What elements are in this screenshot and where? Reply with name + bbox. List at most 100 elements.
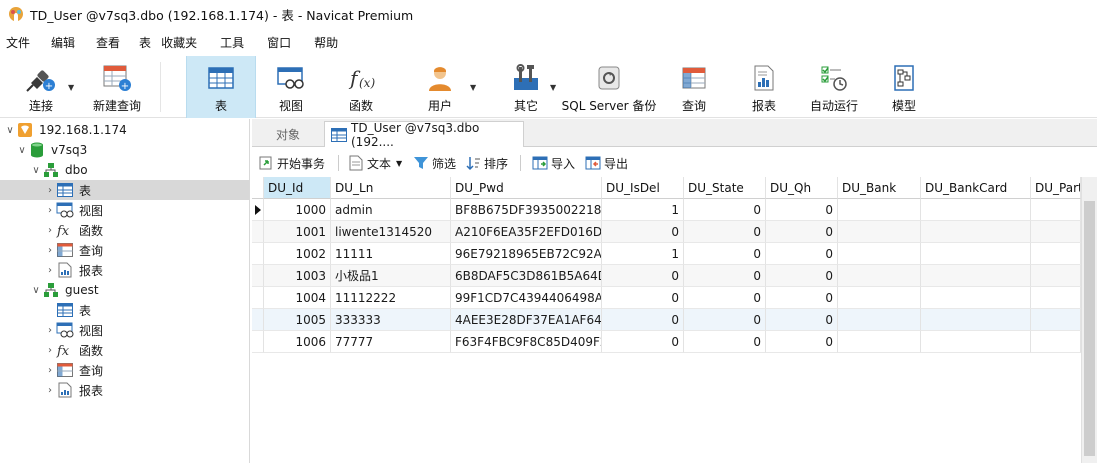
cell-du-qh[interactable]: 0	[766, 199, 838, 221]
table-row[interactable]: 1006 77777 F63F4FBC9F8C85D409F2F 0 0 0	[252, 331, 1081, 353]
tree-node-schema-dbo[interactable]: ∨ dbo	[0, 160, 249, 180]
tree-node-dbo-tables[interactable]: › 表	[0, 180, 249, 200]
table-row[interactable]: 1000 admin BF8B675DF39350022187A 1 0 0	[252, 199, 1081, 221]
cell-du-pwd[interactable]: 96E79218965EB72C92A54	[451, 243, 602, 265]
chevron-down-icon[interactable]: ∨	[30, 165, 42, 176]
tree-node-database[interactable]: ∨ v7sq3	[0, 140, 249, 160]
chevron-right-icon[interactable]: ›	[44, 345, 56, 356]
table-button[interactable]: 表	[186, 56, 256, 118]
cell-du-qh[interactable]: 0	[766, 265, 838, 287]
column-header-du-isdel[interactable]: DU_IsDel	[602, 177, 684, 199]
chevron-right-icon[interactable]: ›	[44, 205, 56, 216]
cell-du-state[interactable]: 0	[684, 265, 766, 287]
cell-du-id[interactable]: 1003	[264, 265, 331, 287]
cell-du-id[interactable]: 1001	[264, 221, 331, 243]
cell-du-pwd[interactable]: BF8B675DF39350022187A	[451, 199, 602, 221]
cell-du-bankcard[interactable]	[921, 287, 1031, 309]
tree-node-schema-guest[interactable]: ∨ guest	[0, 280, 249, 300]
cell-du-isdel[interactable]: 0	[602, 287, 684, 309]
cell-du-pwd[interactable]: 6B8DAF5C3D861B5A64DE	[451, 265, 602, 287]
cell-du-ln[interactable]: liwente1314520	[331, 221, 451, 243]
cell-du-pwd[interactable]: A210F6EA35F2EFD016D2D	[451, 221, 602, 243]
cell-du-isdel[interactable]: 0	[602, 265, 684, 287]
cell-du-isdel[interactable]: 1	[602, 243, 684, 265]
report-button[interactable]: 报表	[734, 56, 794, 118]
function-button[interactable]: f (x) 函数	[328, 56, 394, 118]
cell-du-ln[interactable]: admin	[331, 199, 451, 221]
cell-du-id[interactable]: 1002	[264, 243, 331, 265]
cell-du-bankcard[interactable]	[921, 221, 1031, 243]
cell-du-part[interactable]	[1031, 265, 1081, 287]
chevron-right-icon[interactable]: ›	[44, 385, 56, 396]
tree-node-server[interactable]: ∨ 192.168.1.174	[0, 120, 249, 140]
cell-du-id[interactable]: 1006	[264, 331, 331, 353]
import-button[interactable]: 导入	[532, 151, 575, 175]
menu-table[interactable]: 表	[127, 34, 158, 51]
cell-du-bank[interactable]	[838, 265, 921, 287]
menu-window[interactable]: 窗口	[251, 34, 298, 51]
cell-du-isdel[interactable]: 1	[602, 199, 684, 221]
chevron-right-icon[interactable]: ›	[44, 325, 56, 336]
chevron-down-icon[interactable]: ∨	[16, 145, 28, 156]
cell-du-part[interactable]	[1031, 221, 1081, 243]
column-header-du-part[interactable]: DU_Part	[1031, 177, 1081, 199]
filter-button[interactable]: 筛选	[413, 151, 456, 175]
chevron-down-icon[interactable]: ∨	[4, 125, 16, 136]
table-row[interactable]: 1003 小极品1 6B8DAF5C3D861B5A64DE 0 0 0	[252, 265, 1081, 287]
tree-node-guest-functions[interactable]: › fx 函数	[0, 340, 249, 360]
menu-favorites[interactable]: 收藏夹	[158, 34, 204, 51]
tree-node-guest-views[interactable]: › 视图	[0, 320, 249, 340]
cell-du-qh[interactable]: 0	[766, 243, 838, 265]
row-selector[interactable]	[252, 265, 264, 287]
cell-du-id[interactable]: 1005	[264, 309, 331, 331]
cell-du-ln[interactable]: 77777	[331, 331, 451, 353]
tree-node-guest-reports[interactable]: › 报表	[0, 380, 249, 400]
cell-du-bankcard[interactable]	[921, 309, 1031, 331]
cell-du-state[interactable]: 0	[684, 331, 766, 353]
cell-du-bank[interactable]	[838, 221, 921, 243]
automation-button[interactable]: 自动运行	[800, 56, 868, 118]
cell-du-state[interactable]: 0	[684, 243, 766, 265]
cell-du-state[interactable]: 0	[684, 221, 766, 243]
column-header[interactable]	[252, 177, 264, 199]
cell-du-bank[interactable]	[838, 243, 921, 265]
chevron-right-icon[interactable]: ›	[44, 185, 56, 196]
column-header-du-state[interactable]: DU_State	[684, 177, 766, 199]
cell-du-id[interactable]: 1000	[264, 199, 331, 221]
cell-du-bankcard[interactable]	[921, 265, 1031, 287]
cell-du-isdel[interactable]: 0	[602, 221, 684, 243]
cell-du-id[interactable]: 1004	[264, 287, 331, 309]
view-button[interactable]: 视图	[258, 56, 324, 118]
cell-du-bank[interactable]	[838, 287, 921, 309]
export-button[interactable]: 导出	[585, 151, 628, 175]
row-selector[interactable]	[252, 287, 264, 309]
cell-du-isdel[interactable]: 0	[602, 309, 684, 331]
tab-td-user[interactable]: TD_User @v7sq3.dbo (192....	[324, 121, 524, 149]
other-button[interactable]: 其它 ▼	[494, 56, 558, 118]
cell-du-pwd[interactable]: 99F1CD7C4394406498A83	[451, 287, 602, 309]
column-header-du-ln[interactable]: DU_Ln	[331, 177, 451, 199]
cell-du-part[interactable]	[1031, 243, 1081, 265]
cell-du-pwd[interactable]: F63F4FBC9F8C85D409F2F	[451, 331, 602, 353]
table-row[interactable]: 1001liwente1314520A210F6EA35F2EFD016D2D0…	[252, 221, 1081, 243]
user-dropdown-icon[interactable]: ▼	[470, 83, 476, 92]
table-row[interactable]: 1002 11111 96E79218965EB72C92A54 1 0 0	[252, 243, 1081, 265]
table-row[interactable]: 1004 11112222 99F1CD7C4394406498A83 0 0 0	[252, 287, 1081, 309]
cell-du-part[interactable]	[1031, 287, 1081, 309]
query-button[interactable]: 查询	[664, 56, 724, 118]
cell-du-qh[interactable]: 0	[766, 309, 838, 331]
other-dropdown-icon[interactable]: ▼	[550, 83, 556, 92]
cell-du-part[interactable]	[1031, 331, 1081, 353]
sql-server-backup-button[interactable]: SQL Server 备份	[560, 56, 658, 118]
user-button[interactable]: 用户 ▼	[400, 56, 480, 118]
menu-view[interactable]: 查看	[82, 34, 127, 51]
row-selector[interactable]	[252, 309, 264, 331]
cell-du-qh[interactable]: 0	[766, 221, 838, 243]
connect-dropdown-icon[interactable]: ▼	[68, 83, 74, 92]
sort-button[interactable]: 排序	[465, 151, 508, 175]
cell-du-bankcard[interactable]	[921, 243, 1031, 265]
cell-du-pwd[interactable]: 4AEE3E28DF37EA1AF64BD	[451, 309, 602, 331]
cell-du-ln[interactable]: 333333	[331, 309, 451, 331]
vertical-scrollbar[interactable]	[1081, 177, 1097, 463]
tree-node-dbo-views[interactable]: › 视图	[0, 200, 249, 220]
